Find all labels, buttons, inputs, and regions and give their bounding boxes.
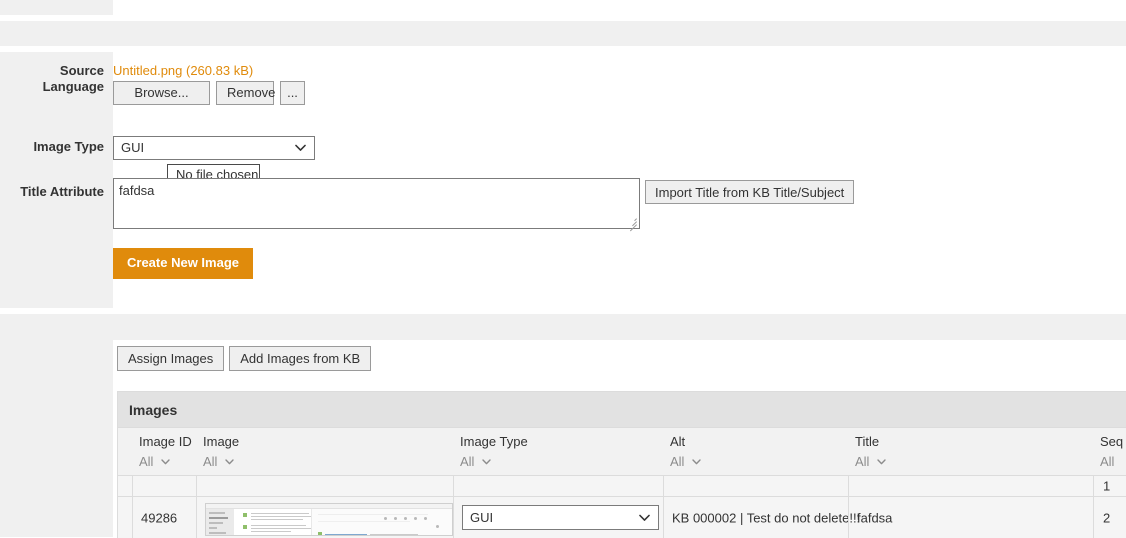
column-header-image: Image All	[196, 428, 458, 475]
cell-seq: 1	[1093, 476, 1126, 496]
column-filter-title[interactable]: All	[855, 454, 886, 469]
create-new-image-button[interactable]: Create New Image	[113, 248, 253, 279]
cell-image-id-value: 49286	[141, 510, 178, 525]
images-table: Image ID All Image All Image Type All Al…	[118, 428, 1126, 538]
image-type-select-value: GUI	[121, 140, 145, 155]
images-panel: Images Image ID All Image All Image Type…	[117, 391, 1126, 538]
title-attribute-label: Title Attribute	[20, 184, 104, 199]
title-attribute-textarea[interactable]: fafdsa	[113, 178, 640, 232]
section-separator-band	[0, 314, 1126, 340]
column-label-image: Image	[203, 434, 240, 449]
table-row[interactable]: 49286 GUI KB 000002 | Test do not delete…	[118, 496, 1126, 538]
image-form-section: Source Language Untitled.png (260.83 kB)…	[0, 52, 1126, 308]
column-filter-image-type[interactable]: All	[460, 454, 491, 469]
cell-seq-value: 2	[1103, 510, 1111, 525]
row-image-type-select[interactable]: GUI	[462, 505, 659, 530]
cell-seq: 2	[1093, 497, 1126, 538]
column-label-image-type: Image Type	[460, 434, 528, 449]
chevron-down-icon	[161, 459, 170, 465]
cell-seq-value: 1	[1103, 478, 1111, 494]
images-panel-header: Images	[118, 392, 1126, 428]
column-filter-image[interactable]: All	[203, 454, 234, 469]
row-image-type-value: GUI	[470, 509, 494, 525]
column-label-title: Title	[855, 434, 880, 449]
cell-image	[196, 497, 453, 538]
row-gutter	[118, 476, 132, 496]
column-filter-value-image-id: All	[139, 454, 154, 469]
top-label-column-stub	[0, 0, 113, 15]
cell-image-type	[453, 476, 663, 496]
table-row[interactable]: 1	[118, 475, 1126, 496]
column-filter-seq[interactable]: All	[1100, 454, 1114, 469]
image-type-select[interactable]: GUI	[113, 136, 315, 160]
top-white-strip	[0, 0, 1126, 15]
chevron-down-icon	[482, 459, 491, 465]
uploaded-file-link[interactable]: Untitled.png (260.83 kB)	[113, 63, 253, 78]
chevron-down-icon	[639, 514, 650, 521]
remove-button[interactable]: Remove	[216, 81, 275, 105]
chevron-down-icon	[877, 459, 886, 465]
column-filter-value-title: All	[855, 454, 870, 469]
image-type-label: Image Type	[33, 139, 104, 154]
cell-image-type: GUI	[453, 497, 663, 538]
more-options-button[interactable]: ...	[280, 81, 305, 105]
column-filter-value-image: All	[203, 454, 218, 469]
image-thumbnail[interactable]	[205, 503, 453, 536]
cell-title: fafdsa	[848, 497, 1093, 538]
column-header-title: Title All	[848, 428, 1088, 475]
cell-alt	[663, 476, 848, 496]
images-toolbar: Assign Images Add Images from KB	[117, 346, 372, 371]
chevron-down-icon	[295, 144, 306, 152]
cell-title-value: fafdsa	[857, 510, 893, 525]
column-filter-value-seq: All	[1100, 454, 1115, 469]
chevron-down-icon	[692, 459, 701, 465]
column-label-seq: Seq	[1100, 434, 1124, 449]
lower-label-column	[0, 340, 113, 537]
add-images-from-kb-button[interactable]: Add Images from KB	[229, 346, 372, 371]
cell-title	[848, 476, 1093, 496]
column-header-seq: Seq All	[1093, 428, 1126, 475]
column-filter-value-image-type: All	[460, 454, 475, 469]
row-gutter	[118, 497, 132, 538]
source-language-label: Source Language	[42, 63, 104, 94]
column-filter-image-id[interactable]: All	[139, 454, 170, 469]
column-header-image-type: Image Type All	[453, 428, 663, 475]
cell-image-id	[132, 476, 196, 496]
cell-image	[196, 476, 453, 496]
column-filter-value-alt: All	[670, 454, 685, 469]
column-header-image-id: Image ID All	[132, 428, 194, 475]
chevron-down-icon	[225, 459, 234, 465]
cell-alt-value: KB 000002 | Test do not delete!!!	[672, 510, 861, 525]
column-label-image-id: Image ID	[139, 434, 192, 449]
resize-grip-icon[interactable]	[626, 215, 638, 232]
cell-alt: KB 000002 | Test do not delete!!!	[663, 497, 860, 538]
top-gray-band	[0, 21, 1126, 46]
browse-button[interactable]: Browse...	[113, 81, 210, 105]
column-label-alt: Alt	[670, 434, 686, 449]
title-attribute-value: fafdsa	[119, 183, 155, 198]
images-list-section: Assign Images Add Images from KB Images I…	[0, 340, 1126, 538]
column-header-alt: Alt All	[663, 428, 848, 475]
assign-images-button[interactable]: Assign Images	[117, 346, 225, 371]
images-panel-title: Images	[129, 401, 178, 418]
cell-image-id: 49286	[132, 497, 196, 538]
images-table-header: Image ID All Image All Image Type All Al…	[118, 428, 1126, 475]
import-title-from-kb-button[interactable]: Import Title from KB Title/Subject	[645, 180, 855, 204]
column-filter-alt[interactable]: All	[670, 454, 701, 469]
